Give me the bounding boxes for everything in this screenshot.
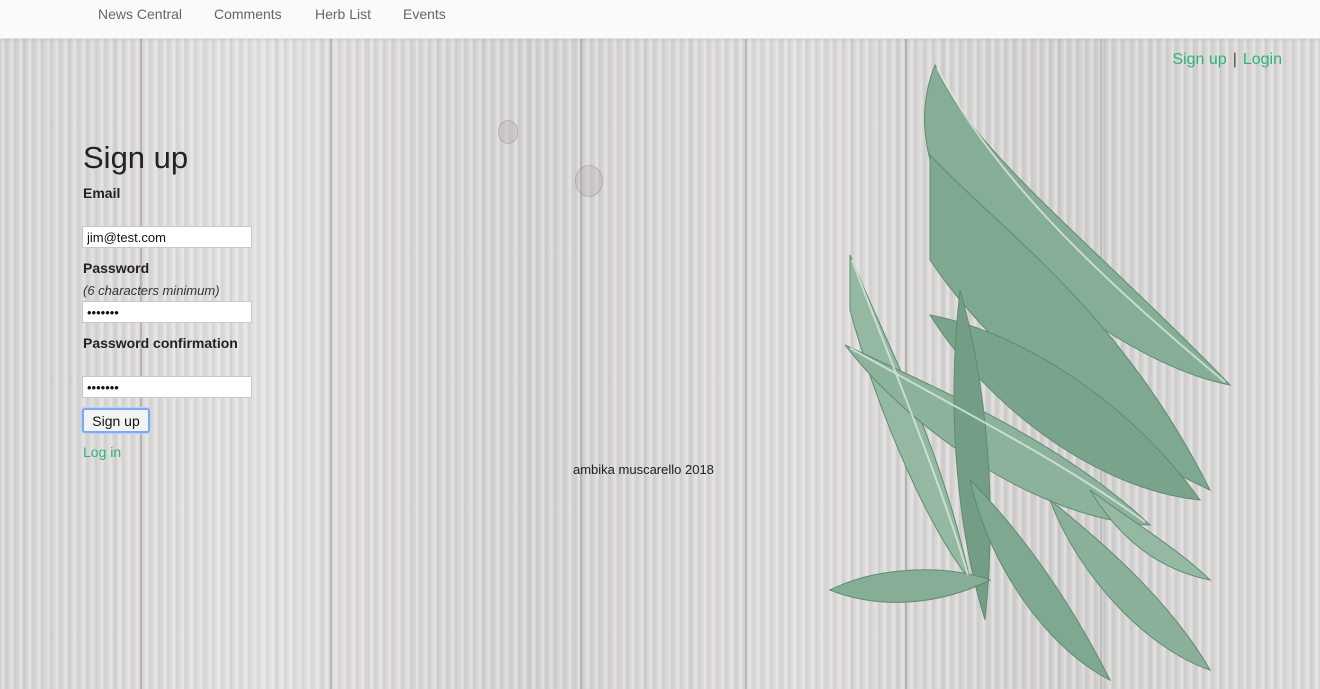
wood-grain xyxy=(745,38,747,689)
wood-grain xyxy=(140,38,142,689)
top-navbar: News Central Comments Herb List Events xyxy=(0,0,1320,39)
password-label: Password xyxy=(83,260,150,276)
footer-credit: ambika muscarello 2018 xyxy=(573,462,714,477)
signup-link[interactable]: Sign up xyxy=(1172,51,1226,68)
email-field[interactable] xyxy=(82,226,252,248)
log-in-link[interactable]: Log in xyxy=(83,444,121,460)
nav-events[interactable]: Events xyxy=(403,6,446,22)
email-label: Email xyxy=(83,185,121,201)
herb-leaves-image xyxy=(828,63,1232,682)
auth-links: Sign up | Login xyxy=(1172,51,1282,69)
wood-grain xyxy=(330,38,332,689)
password-confirmation-label: Password confirmation xyxy=(83,335,238,351)
signup-submit-button[interactable]: Sign up xyxy=(82,408,150,433)
nav-news-central[interactable]: News Central xyxy=(98,6,182,22)
password-confirmation-field[interactable] xyxy=(82,376,252,398)
login-link[interactable]: Login xyxy=(1243,51,1282,68)
nav-herb-list[interactable]: Herb List xyxy=(315,6,371,22)
wood-knot xyxy=(498,120,518,144)
password-hint: (6 characters minimum) xyxy=(83,283,220,298)
auth-separator: | xyxy=(1232,51,1237,68)
wood-grain xyxy=(580,38,582,689)
password-field[interactable] xyxy=(82,301,252,323)
wood-knot xyxy=(575,165,603,197)
page-title: Sign up xyxy=(83,140,189,175)
nav-comments[interactable]: Comments xyxy=(214,6,282,22)
